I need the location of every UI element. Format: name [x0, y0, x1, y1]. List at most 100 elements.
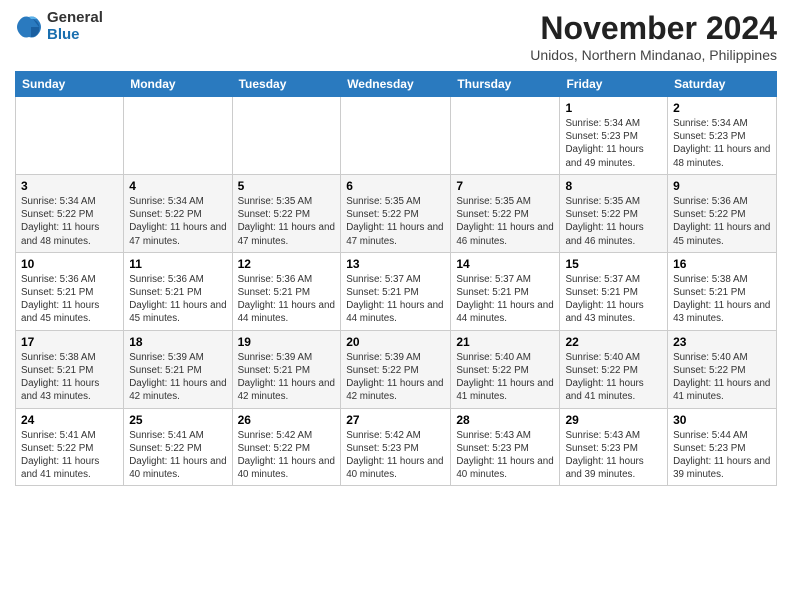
day-info: Sunrise: 5:41 AM Sunset: 5:22 PM Dayligh…	[129, 430, 226, 481]
header-cell-tuesday: Tuesday	[232, 72, 341, 97]
calendar-cell: 9 Sunrise: 5:36 AM Sunset: 5:22 PM Daylig…	[668, 174, 777, 252]
calendar-cell: 17Sunrise: 5:38 AM Sunset: 5:21 PM Dayli…	[16, 330, 124, 408]
week-row-5: 24 Sunrise: 5:41 AM Sunset: 5:22 PM Dayli…	[16, 408, 777, 486]
calendar-cell: 16Sunrise: 5:38 AM Sunset: 5:21 PM Dayli…	[668, 252, 777, 330]
day-info: Sunrise: 5:34 AM Sunset: 5:22 PM Dayligh…	[129, 196, 226, 247]
calendar-cell: 25 Sunrise: 5:41 AM Sunset: 5:22 PM Dayli…	[124, 408, 232, 486]
header: General Blue November 2024 Unidos, North…	[15, 10, 777, 63]
day-info: Sunrise: 5:35 AM Sunset: 5:22 PM Dayligh…	[456, 196, 553, 247]
logo-general: General	[47, 10, 103, 27]
week-row-2: 3 Sunrise: 5:34 AM Sunset: 5:22 PM Daylig…	[16, 174, 777, 252]
header-cell-saturday: Saturday	[668, 72, 777, 97]
day-info: Sunrise: 5:42 AM Sunset: 5:22 PM Dayligh…	[238, 430, 335, 481]
day-info: Sunrise: 5:39 AM Sunset: 5:21 PM Dayligh…	[129, 352, 226, 403]
day-number: 20	[346, 335, 445, 349]
calendar-cell: 29 Sunrise: 5:43 AM Sunset: 5:23 PM Dayli…	[560, 408, 668, 486]
day-number: 24	[21, 413, 118, 427]
logo-icon	[15, 13, 43, 41]
calendar-cell: 26 Sunrise: 5:42 AM Sunset: 5:22 PM Dayli…	[232, 408, 341, 486]
day-info: Sunrise: 5:36 AM Sunset: 5:21 PM Dayligh…	[238, 274, 335, 325]
day-info: Sunrise: 5:40 AM Sunset: 5:22 PM Dayligh…	[565, 352, 643, 403]
logo-text: General Blue	[47, 10, 103, 43]
day-number: 17	[21, 335, 118, 349]
day-info: Sunrise: 5:36 AM Sunset: 5:22 PM Dayligh…	[673, 196, 770, 247]
calendar-cell: 4 Sunrise: 5:34 AM Sunset: 5:22 PM Daylig…	[124, 174, 232, 252]
calendar-cell: 18 Sunrise: 5:39 AM Sunset: 5:21 PM Dayli…	[124, 330, 232, 408]
day-number: 27	[346, 413, 445, 427]
calendar-cell: 19Sunrise: 5:39 AM Sunset: 5:21 PM Dayli…	[232, 330, 341, 408]
day-number: 13	[346, 257, 445, 271]
calendar-cell: 15 Sunrise: 5:37 AM Sunset: 5:21 PM Dayli…	[560, 252, 668, 330]
week-row-3: 10Sunrise: 5:36 AM Sunset: 5:21 PM Dayli…	[16, 252, 777, 330]
month-title: November 2024	[530, 10, 777, 47]
day-info: Sunrise: 5:36 AM Sunset: 5:21 PM Dayligh…	[129, 274, 226, 325]
day-number: 23	[673, 335, 771, 349]
day-info: Sunrise: 5:40 AM Sunset: 5:22 PM Dayligh…	[456, 352, 553, 403]
logo: General Blue	[15, 10, 103, 43]
week-row-1: 1Sunrise: 5:34 AM Sunset: 5:23 PM Daylig…	[16, 97, 777, 175]
day-info: Sunrise: 5:36 AM Sunset: 5:21 PM Dayligh…	[21, 274, 99, 325]
day-number: 14	[456, 257, 554, 271]
calendar-cell: 5 Sunrise: 5:35 AM Sunset: 5:22 PM Daylig…	[232, 174, 341, 252]
day-number: 3	[21, 179, 118, 193]
calendar-cell: 24 Sunrise: 5:41 AM Sunset: 5:22 PM Dayli…	[16, 408, 124, 486]
day-info: Sunrise: 5:35 AM Sunset: 5:22 PM Dayligh…	[346, 196, 443, 247]
calendar-cell: 11 Sunrise: 5:36 AM Sunset: 5:21 PM Dayli…	[124, 252, 232, 330]
calendar-cell: 12 Sunrise: 5:36 AM Sunset: 5:21 PM Dayli…	[232, 252, 341, 330]
day-number: 12	[238, 257, 336, 271]
day-info: Sunrise: 5:35 AM Sunset: 5:22 PM Dayligh…	[238, 196, 335, 247]
header-cell-friday: Friday	[560, 72, 668, 97]
day-number: 2	[673, 101, 771, 115]
day-number: 29	[565, 413, 662, 427]
day-number: 15	[565, 257, 662, 271]
day-info: Sunrise: 5:43 AM Sunset: 5:23 PM Dayligh…	[456, 430, 553, 481]
header-cell-thursday: Thursday	[451, 72, 560, 97]
day-info: Sunrise: 5:43 AM Sunset: 5:23 PM Dayligh…	[565, 430, 643, 481]
calendar-cell	[451, 97, 560, 175]
week-row-4: 17Sunrise: 5:38 AM Sunset: 5:21 PM Dayli…	[16, 330, 777, 408]
calendar-cell: 23Sunrise: 5:40 AM Sunset: 5:22 PM Dayli…	[668, 330, 777, 408]
day-number: 21	[456, 335, 554, 349]
day-number: 11	[129, 257, 226, 271]
day-info: Sunrise: 5:37 AM Sunset: 5:21 PM Dayligh…	[565, 274, 643, 325]
day-number: 18	[129, 335, 226, 349]
header-cell-wednesday: Wednesday	[341, 72, 451, 97]
header-cell-monday: Monday	[124, 72, 232, 97]
calendar-cell	[232, 97, 341, 175]
day-number: 26	[238, 413, 336, 427]
day-number: 16	[673, 257, 771, 271]
header-cell-sunday: Sunday	[16, 72, 124, 97]
calendar-cell: 6 Sunrise: 5:35 AM Sunset: 5:22 PM Daylig…	[341, 174, 451, 252]
calendar-cell: 8Sunrise: 5:35 AM Sunset: 5:22 PM Daylig…	[560, 174, 668, 252]
calendar-cell	[124, 97, 232, 175]
location: Unidos, Northern Mindanao, Philippines	[530, 47, 777, 63]
day-info: Sunrise: 5:34 AM Sunset: 5:23 PM Dayligh…	[565, 118, 643, 169]
title-block: November 2024 Unidos, Northern Mindanao,…	[530, 10, 777, 63]
day-info: Sunrise: 5:42 AM Sunset: 5:23 PM Dayligh…	[346, 430, 443, 481]
day-info: Sunrise: 5:34 AM Sunset: 5:23 PM Dayligh…	[673, 118, 770, 169]
calendar-cell: 2 Sunrise: 5:34 AM Sunset: 5:23 PM Daylig…	[668, 97, 777, 175]
calendar-table: SundayMondayTuesdayWednesdayThursdayFrid…	[15, 71, 777, 486]
calendar-cell: 28Sunrise: 5:43 AM Sunset: 5:23 PM Dayli…	[451, 408, 560, 486]
day-info: Sunrise: 5:37 AM Sunset: 5:21 PM Dayligh…	[456, 274, 553, 325]
day-number: 9	[673, 179, 771, 193]
calendar-cell: 13Sunrise: 5:37 AM Sunset: 5:21 PM Dayli…	[341, 252, 451, 330]
calendar-cell: 21 Sunrise: 5:40 AM Sunset: 5:22 PM Dayli…	[451, 330, 560, 408]
calendar-cell: 3 Sunrise: 5:34 AM Sunset: 5:22 PM Daylig…	[16, 174, 124, 252]
day-number: 4	[129, 179, 226, 193]
day-number: 25	[129, 413, 226, 427]
logo-blue: Blue	[47, 27, 103, 44]
day-info: Sunrise: 5:44 AM Sunset: 5:23 PM Dayligh…	[673, 430, 770, 481]
day-info: Sunrise: 5:35 AM Sunset: 5:22 PM Dayligh…	[565, 196, 643, 247]
calendar-cell: 27 Sunrise: 5:42 AM Sunset: 5:23 PM Dayli…	[341, 408, 451, 486]
calendar-cell	[16, 97, 124, 175]
header-row: SundayMondayTuesdayWednesdayThursdayFrid…	[16, 72, 777, 97]
day-number: 5	[238, 179, 336, 193]
day-info: Sunrise: 5:34 AM Sunset: 5:22 PM Dayligh…	[21, 196, 99, 247]
calendar-cell: 14 Sunrise: 5:37 AM Sunset: 5:21 PM Dayli…	[451, 252, 560, 330]
calendar-cell: 1Sunrise: 5:34 AM Sunset: 5:23 PM Daylig…	[560, 97, 668, 175]
day-number: 6	[346, 179, 445, 193]
calendar-cell	[341, 97, 451, 175]
day-number: 22	[565, 335, 662, 349]
day-info: Sunrise: 5:41 AM Sunset: 5:22 PM Dayligh…	[21, 430, 99, 481]
